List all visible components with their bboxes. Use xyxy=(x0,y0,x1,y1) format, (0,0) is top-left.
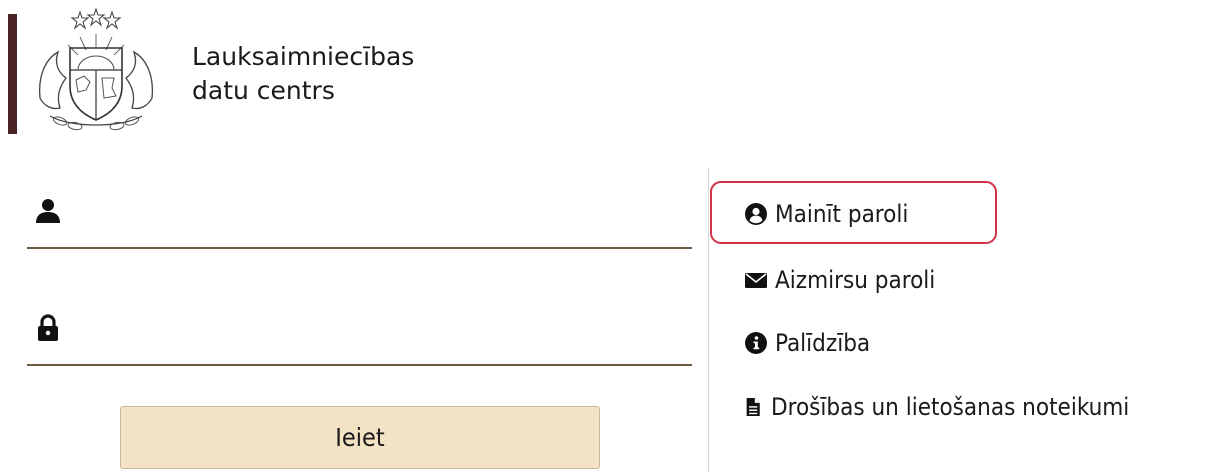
envelope-icon xyxy=(745,273,767,288)
help-link[interactable]: Palīdzība xyxy=(745,323,870,363)
username-field xyxy=(27,177,692,249)
org-name: Lauksaimniecības datu centrs xyxy=(192,40,414,108)
user-icon xyxy=(36,199,60,223)
change-password-link[interactable]: Mainīt paroli xyxy=(745,194,908,234)
forgot-password-label: Aizmirsu paroli xyxy=(775,266,936,294)
forgot-password-link[interactable]: Aizmirsu paroli xyxy=(745,260,935,300)
user-circle-icon xyxy=(745,203,767,225)
terms-label: Drošības un lietošanas noteikumi xyxy=(771,393,1130,421)
help-label: Palīdzība xyxy=(775,329,871,357)
password-input[interactable] xyxy=(77,304,681,356)
username-input[interactable] xyxy=(77,187,681,239)
info-circle-icon xyxy=(745,332,767,354)
password-field xyxy=(27,294,692,366)
latvia-coat-of-arms-icon xyxy=(38,8,154,131)
org-name-line2: datu centrs xyxy=(192,76,335,105)
document-icon xyxy=(746,398,760,416)
change-password-label: Mainīt paroli xyxy=(775,200,909,228)
vertical-divider xyxy=(708,168,709,472)
brand-bar xyxy=(8,14,17,134)
org-name-line1: Lauksaimniecības xyxy=(192,42,415,71)
terms-link[interactable]: Drošības un lietošanas noteikumi xyxy=(745,387,1129,427)
lock-icon xyxy=(38,314,58,341)
login-button[interactable]: Ieiet xyxy=(120,406,600,469)
